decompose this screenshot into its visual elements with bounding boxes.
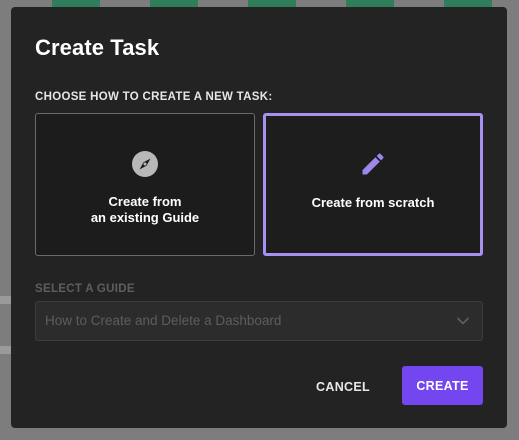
cancel-button[interactable]: CANCEL [303, 367, 383, 407]
compass-icon [131, 150, 159, 178]
pencil-icon [359, 150, 387, 178]
create-task-dialog: Create Task CHOOSE HOW TO CREATE A NEW T… [11, 7, 507, 428]
select-guide-label: SELECT A GUIDE [35, 283, 135, 295]
chevron-down-icon [456, 314, 470, 328]
create-from-guide-label-line2: an existing Guide [90, 210, 200, 225]
create-from-scratch-label: Create from scratch [311, 195, 435, 210]
create-button[interactable]: CREATE [402, 366, 483, 405]
create-from-scratch-option[interactable]: Create from scratch [263, 113, 483, 256]
dialog-title: Create Task [35, 35, 160, 60]
choose-method-label: CHOOSE HOW TO CREATE A NEW TASK: [35, 91, 273, 103]
create-from-guide-option[interactable]: Create from an existing Guide [35, 113, 255, 256]
guide-select-value: How to Create and Delete a Dashboard [45, 313, 282, 328]
guide-select-dropdown[interactable]: How to Create and Delete a Dashboard [35, 301, 483, 341]
create-from-guide-label-line1: Create from [108, 194, 182, 209]
create-from-guide-label: Create from an existing Guide [36, 194, 254, 226]
